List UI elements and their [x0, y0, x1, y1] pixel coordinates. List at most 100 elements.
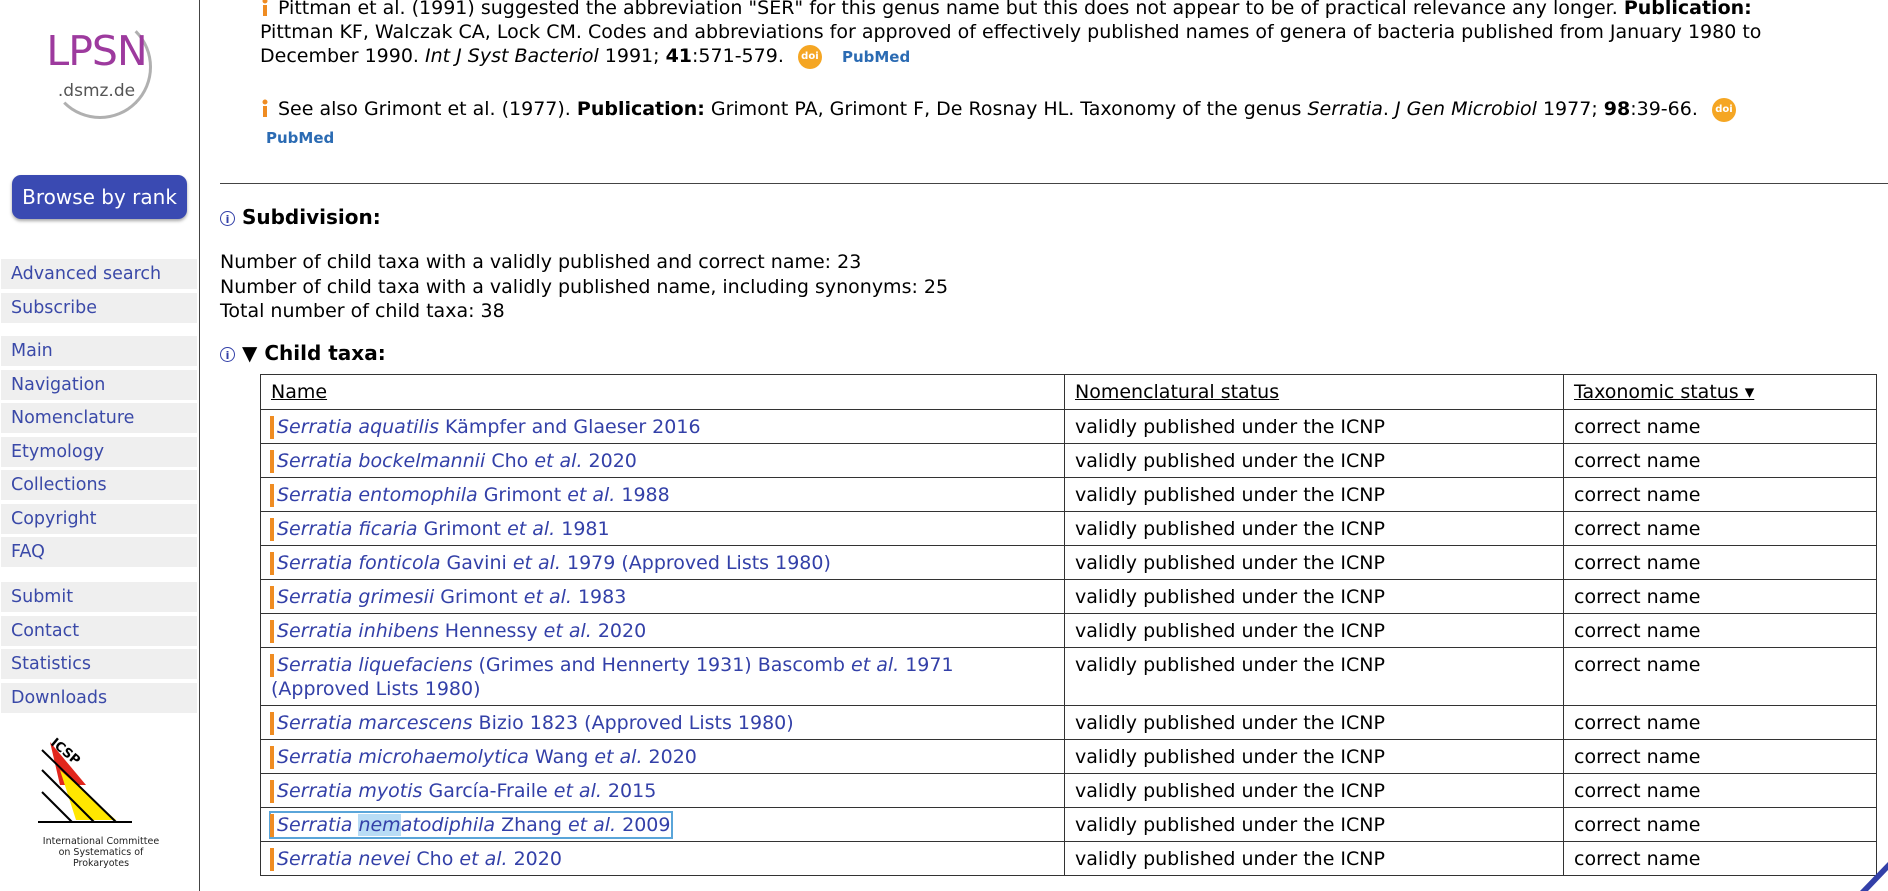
info-icon[interactable]: i [220, 347, 235, 362]
logo-subtext: .dsmz.de [57, 81, 136, 101]
table-row: Serratia fonticola Gavini et al. 1979 (A… [260, 545, 1877, 580]
taxon-link-selected[interactable]: Serratia nematodiphila Zhang et al. 2009 [269, 811, 673, 839]
column-header-name[interactable]: Name [260, 374, 1065, 410]
pubmed-icon[interactable]: PubMed [842, 45, 910, 69]
cell-name: Serratia entomophila Grimont et al. 1988 [260, 477, 1065, 512]
info-icon[interactable]: i [220, 211, 235, 226]
pubmed-icon[interactable]: PubMed [266, 124, 334, 152]
status-bar [270, 586, 274, 609]
taxon-link[interactable]: Serratia myotis García-Fraile et al. 201… [271, 779, 656, 803]
nav-navigation[interactable]: Navigation [1, 369, 197, 400]
nav-statistics[interactable]: Statistics [1, 649, 197, 679]
separator: . [1382, 98, 1395, 120]
taxon-link[interactable]: Serratia inhibens Hennessy et al. 2020 [271, 619, 646, 643]
count-synonyms: Number of child taxa with a validly publ… [220, 275, 949, 298]
nav-group-search: Advanced search Subscribe [1, 259, 197, 326]
cell-taxonomic-status: correct name [1563, 579, 1877, 614]
nav-submit[interactable]: Submit [1, 582, 197, 612]
logo-text: LPSN [46, 27, 147, 75]
column-header-nomenclatural-status[interactable]: Nomenclatural status [1064, 374, 1564, 410]
taxon-link[interactable]: Serratia grimesii Grimont et al. 1983 [271, 585, 626, 609]
remark-note-1: Pittman et al. (1991) suggested the abbr… [260, 0, 1888, 69]
status-bar [270, 780, 274, 803]
status-bar [270, 848, 274, 871]
taxon-link[interactable]: Serratia ficaria Grimont et al. 1981 [271, 517, 610, 541]
status-bar [270, 712, 274, 735]
nav-main[interactable]: Main [1, 336, 197, 366]
child-taxa-title: Child taxa: [264, 341, 386, 365]
taxon-link[interactable]: Serratia microhaemolytica Wang et al. 20… [271, 745, 697, 769]
cell-nomenclatural-status: validly published under the ICNP [1064, 545, 1564, 580]
nav-advanced-search[interactable]: Advanced search [1, 259, 197, 289]
table-row: Serratia bockelmannii Cho et al. 2020 va… [260, 443, 1877, 478]
cell-taxonomic-status: correct name [1563, 409, 1877, 444]
status-bar [270, 450, 274, 473]
nav-downloads[interactable]: Downloads [1, 682, 197, 713]
table-row: Serratia ficaria Grimont et al. 1981 val… [260, 511, 1877, 546]
nav-contact[interactable]: Contact [1, 615, 197, 646]
taxon-link[interactable]: Serratia bockelmannii Cho et al. 2020 [271, 449, 637, 473]
cell-nomenclatural-status: validly published under the ICNP [1064, 477, 1564, 512]
taxon-link[interactable]: Serratia aquatilis Kämpfer and Glaeser 2… [271, 415, 701, 439]
cell-taxonomic-status: correct name [1563, 773, 1877, 808]
icsp-logo[interactable]: ICSP International Committee on Systemat… [36, 730, 166, 869]
main-content: Pittman et al. (1991) suggested the abbr… [200, 0, 1888, 891]
taxon-link[interactable]: Serratia marcescens Bizio 1823 (Approved… [271, 711, 794, 735]
taxon-link[interactable]: Serratia liquefaciens (Grimes and Henner… [271, 653, 954, 677]
status-bar [270, 620, 274, 643]
cell-name: Serratia marcescens Bizio 1823 (Approved… [260, 705, 1065, 740]
note-2-text: See also Grimont et al. (1977). [278, 98, 577, 120]
table-row: Serratia nevei Cho et al. 2020 validly p… [260, 841, 1877, 876]
genus-name: Serratia [1307, 98, 1383, 120]
doi-icon[interactable]: doi [1711, 97, 1736, 122]
cell-name: Serratia nevei Cho et al. 2020 [260, 841, 1065, 876]
cell-taxonomic-status: correct name [1563, 807, 1877, 842]
nav-collections[interactable]: Collections [1, 470, 197, 500]
taxon-link-continued[interactable]: (Approved Lists 1980) [271, 678, 481, 700]
taxon-link[interactable]: Serratia fonticola Gavini et al. 1979 (A… [271, 551, 831, 575]
cell-nomenclatural-status: validly published under the ICNP [1064, 579, 1564, 614]
person-info-icon [260, 97, 270, 117]
child-taxa-table: Name Nomenclatural status Taxonomic stat… [260, 374, 1877, 876]
remark-note-2: See also Grimont et al. (1977). Publicat… [260, 95, 1888, 152]
child-taxa-heading[interactable]: i ▼ Child taxa: [220, 341, 386, 365]
table-row: Serratia myotis García-Fraile et al. 201… [260, 773, 1877, 808]
section-divider [220, 183, 1888, 184]
icsp-emblem-icon: ICSP [38, 736, 132, 823]
lpsn-logo[interactable]: LPSN .dsmz.de [34, 15, 159, 119]
cell-taxonomic-status: correct name [1563, 477, 1877, 512]
browse-by-rank-button[interactable]: Browse by rank [12, 175, 187, 219]
taxon-link[interactable]: Serratia nevei Cho et al. 2020 [271, 847, 562, 871]
nav-group-main: Main Navigation Nomenclature Etymology C… [1, 336, 197, 571]
child-taxa-table-wrap: Name Nomenclatural status Taxonomic stat… [260, 374, 1877, 876]
status-bar [270, 518, 274, 541]
column-header-taxonomic-status[interactable]: Taxonomic status ▾ [1563, 374, 1877, 410]
nav-nomenclature[interactable]: Nomenclature [1, 403, 197, 433]
status-bar [270, 484, 274, 507]
doi-icon[interactable]: doi [797, 44, 822, 69]
nav-copyright[interactable]: Copyright [1, 503, 197, 534]
cell-name: Serratia liquefaciens (Grimes and Henner… [260, 647, 1065, 706]
cell-nomenclatural-status: validly published under the ICNP [1064, 773, 1564, 808]
cell-taxonomic-status: correct name [1563, 647, 1877, 706]
scroll-to-top-icon[interactable] [1860, 862, 1888, 891]
cell-nomenclatural-status: validly published under the ICNP [1064, 511, 1564, 546]
nav-group-submit: Submit Contact Statistics Downloads [1, 582, 197, 716]
table-row: Serratia aquatilis Kämpfer and Glaeser 2… [260, 409, 1877, 444]
table-row: Serratia inhibens Hennessy et al. 2020 v… [260, 613, 1877, 648]
cell-taxonomic-status: correct name [1563, 613, 1877, 648]
cell-name: Serratia nematodiphila Zhang et al. 2009 [260, 807, 1065, 842]
citation-pages: :39-66. [1630, 98, 1698, 120]
note-1-text: Pittman et al. (1991) suggested the abbr… [278, 0, 1624, 19]
nav-faq[interactable]: FAQ [1, 537, 197, 567]
publication-label: Publication: [576, 98, 705, 120]
cell-nomenclatural-status: validly published under the ICNP [1064, 739, 1564, 774]
child-taxa-counts: Number of child taxa with a validly publ… [220, 250, 948, 324]
collapse-toggle-icon[interactable]: ▼ [242, 341, 257, 365]
taxon-link[interactable]: Serratia entomophila Grimont et al. 1988 [271, 483, 670, 507]
nav-subscribe[interactable]: Subscribe [1, 292, 197, 323]
status-bar [270, 416, 274, 439]
cell-name: Serratia microhaemolytica Wang et al. 20… [260, 739, 1065, 774]
cell-name: Serratia ficaria Grimont et al. 1981 [260, 511, 1065, 546]
nav-etymology[interactable]: Etymology [1, 436, 197, 467]
